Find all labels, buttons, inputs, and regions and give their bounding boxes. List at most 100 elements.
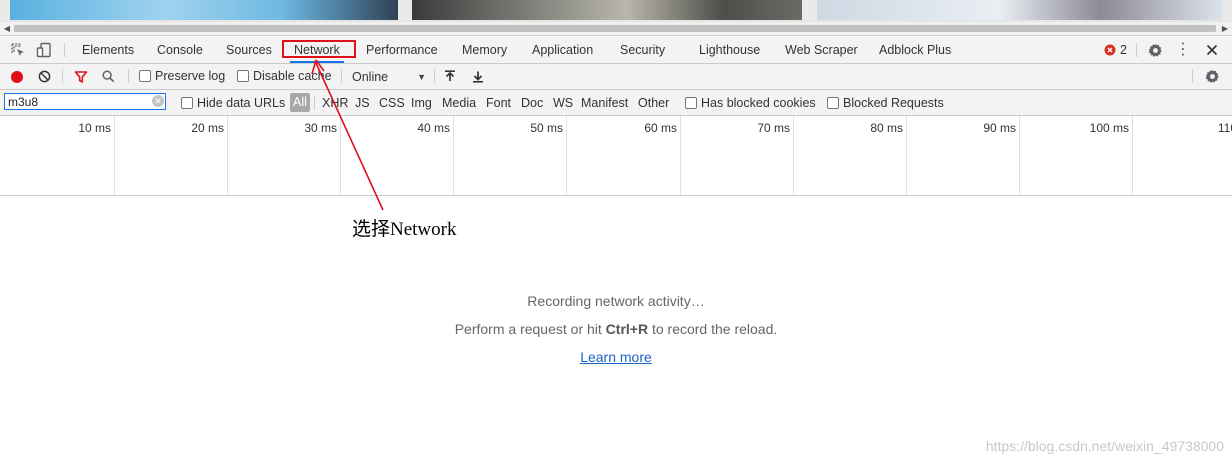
tick-label: 10 ms: [78, 121, 111, 135]
tick-label: 70 ms: [757, 121, 790, 135]
throttling-select[interactable]: Online ▼: [352, 68, 426, 85]
error-count: 2: [1120, 43, 1127, 57]
network-settings-gear-icon[interactable]: [1204, 68, 1221, 85]
filter-type-font[interactable]: Font: [486, 90, 511, 115]
filter-funnel-icon[interactable]: [73, 69, 88, 84]
checkbox-box[interactable]: [827, 97, 839, 109]
gear-icon[interactable]: [1146, 41, 1164, 59]
timeline-tick: 30 ms: [227, 116, 341, 195]
checkbox-box[interactable]: [685, 97, 697, 109]
clear-filter-icon[interactable]: ✕: [152, 95, 164, 107]
tab-elements[interactable]: Elements: [82, 37, 134, 63]
toolbar-divider: [1136, 43, 1137, 57]
toolbar-divider: [62, 69, 63, 83]
filter-type-media[interactable]: Media: [442, 90, 476, 115]
reload-hint-suffix: to record the reload.: [648, 321, 778, 337]
devtools-tab-bar: Elements Console Sources Network Perform…: [0, 37, 1232, 64]
toolbar-divider: [434, 69, 435, 83]
timeline-tick: 70 ms: [680, 116, 794, 195]
blocked-requests-checkbox[interactable]: Blocked Requests: [827, 96, 944, 110]
scroll-right-icon[interactable]: ▶: [1219, 23, 1231, 34]
thumbnail-image[interactable]: [10, 0, 398, 20]
timeline-tick: 90 ms: [906, 116, 1020, 195]
toolbar-divider: [64, 43, 65, 57]
blocked-requests-label: Blocked Requests: [843, 96, 944, 110]
filter-type-all[interactable]: All: [290, 93, 310, 112]
network-toolbar: Preserve log Disable cache Online ▼: [0, 64, 1232, 90]
annotation-label: 选择Network: [352, 219, 457, 240]
toolbar-divider: [314, 96, 315, 110]
timeline-tick: 20 ms: [114, 116, 228, 195]
hide-data-urls-label: Hide data URLs: [197, 96, 286, 110]
scroll-left-icon[interactable]: ◀: [1, 23, 13, 34]
tab-performance[interactable]: Performance: [366, 37, 438, 63]
disable-cache-checkbox[interactable]: Disable cache: [237, 69, 332, 83]
thumbnail-image[interactable]: [817, 0, 1222, 20]
filter-bar: m3u8 ✕ Hide data URLs All XHR JS CSS Img…: [0, 90, 1232, 116]
reload-hint: Perform a request or hit Ctrl+R to recor…: [0, 321, 1232, 337]
reload-shortcut: Ctrl+R: [605, 321, 649, 337]
error-counter[interactable]: 2: [1104, 43, 1127, 57]
tick-label: 90 ms: [983, 121, 1016, 135]
tick-label: 100 ms: [1089, 121, 1129, 135]
kebab-menu-icon[interactable]: ⋮: [1175, 41, 1191, 59]
timeline-tick: 10 ms: [0, 116, 115, 195]
search-icon[interactable]: [101, 69, 116, 84]
annotation-highlight-box: [282, 40, 356, 58]
filter-type-ws[interactable]: WS: [553, 90, 573, 115]
checkbox-box[interactable]: [181, 97, 193, 109]
filter-type-img[interactable]: Img: [411, 90, 432, 115]
disable-cache-label: Disable cache: [253, 69, 332, 83]
has-blocked-cookies-checkbox[interactable]: Has blocked cookies: [685, 96, 816, 110]
recording-message: Recording network activity…: [527, 293, 705, 309]
tab-console[interactable]: Console: [157, 37, 203, 63]
tab-security[interactable]: Security: [620, 37, 665, 63]
tick-label: 80 ms: [870, 121, 903, 135]
tab-adblock-plus[interactable]: Adblock Plus: [879, 37, 951, 63]
tab-memory[interactable]: Memory: [462, 37, 507, 63]
requests-empty-state: Recording network activity… Perform a re…: [0, 196, 1232, 462]
preserve-log-checkbox[interactable]: Preserve log: [139, 69, 225, 83]
close-icon[interactable]: [1203, 41, 1221, 59]
timeline-tick: 110: [1132, 116, 1232, 195]
inspect-element-icon[interactable]: [9, 41, 27, 59]
import-har-icon[interactable]: [443, 69, 457, 84]
device-toolbar-icon[interactable]: [35, 41, 53, 59]
tick-label: 60 ms: [644, 121, 677, 135]
tick-label: 40 ms: [417, 121, 450, 135]
filter-type-css[interactable]: CSS: [379, 90, 405, 115]
tab-web-scraper[interactable]: Web Scraper: [785, 37, 858, 63]
filter-type-doc[interactable]: Doc: [521, 90, 543, 115]
timeline-tick: 40 ms: [340, 116, 454, 195]
scrollbar-thumb[interactable]: [14, 25, 1216, 32]
horizontal-scrollbar[interactable]: ◀ ▶: [0, 21, 1232, 36]
tab-application[interactable]: Application: [532, 37, 593, 63]
filter-type-other[interactable]: Other: [638, 90, 669, 115]
filter-type-js[interactable]: JS: [355, 90, 370, 115]
timeline-tick: 80 ms: [793, 116, 907, 195]
has-blocked-cookies-label: Has blocked cookies: [701, 96, 816, 110]
timeline-overview[interactable]: 10 ms 20 ms 30 ms 40 ms 50 ms 60 ms 70 m…: [0, 116, 1232, 196]
timeline-tick: 50 ms: [453, 116, 567, 195]
filter-type-xhr[interactable]: XHR: [322, 90, 348, 115]
checkbox-box[interactable]: [139, 70, 151, 82]
thumbnail-image[interactable]: [412, 0, 802, 20]
hide-data-urls-checkbox[interactable]: Hide data URLs: [181, 96, 285, 110]
learn-more-link[interactable]: Learn more: [580, 349, 652, 365]
throttling-value: Online: [352, 69, 389, 84]
tick-label: 110: [1217, 121, 1232, 135]
checkbox-box[interactable]: [237, 70, 249, 82]
tick-label: 50 ms: [530, 121, 563, 135]
filter-type-manifest[interactable]: Manifest: [581, 90, 628, 115]
tick-label: 20 ms: [191, 121, 224, 135]
filter-input[interactable]: m3u8: [4, 93, 166, 110]
export-har-icon[interactable]: [471, 69, 485, 84]
tab-sources[interactable]: Sources: [226, 37, 272, 63]
toolbar-divider: [341, 69, 342, 83]
toolbar-divider: [1192, 69, 1193, 83]
tab-lighthouse[interactable]: Lighthouse: [699, 37, 760, 63]
timeline-tick: 100 ms: [1019, 116, 1133, 195]
tick-label: 30 ms: [304, 121, 337, 135]
record-button[interactable]: [9, 69, 24, 84]
clear-icon[interactable]: [37, 69, 52, 84]
